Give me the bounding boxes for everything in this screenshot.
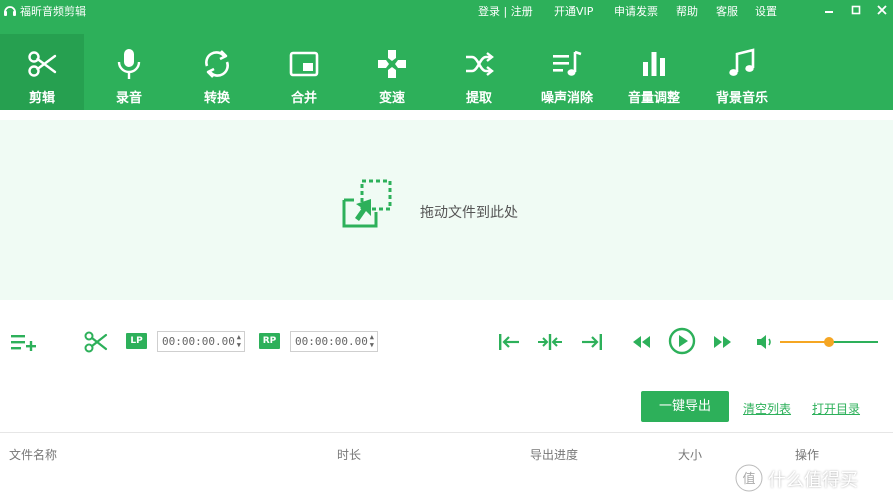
jump-to-start-icon[interactable] xyxy=(497,330,523,354)
tab-background-music[interactable]: 背景音乐 xyxy=(700,34,784,110)
tab-record[interactable]: 录音 xyxy=(87,34,171,110)
extract-icon xyxy=(466,52,494,76)
play-icon[interactable] xyxy=(668,327,696,355)
rp-badge: RP xyxy=(259,333,280,349)
control-bar: LP 00:00:00.00 ▲ ▼ RP 00:00:00.00 ▲ ▼ xyxy=(0,322,893,362)
drag-file-icon xyxy=(342,179,392,228)
tab-convert[interactable]: 转换 xyxy=(175,34,259,110)
audio-editor-window: 福昕音频剪辑 登录 | 注册 开通VIP 申请发票 帮助 客服 设置 剪辑 录音… xyxy=(0,0,893,500)
lp-time-value: 00:00:00.00 xyxy=(162,335,235,348)
volume-slider[interactable] xyxy=(780,337,878,347)
tab-label: 背景音乐 xyxy=(715,91,768,106)
maximize-icon[interactable] xyxy=(848,2,864,18)
column-header-actions: 操作 xyxy=(795,448,820,462)
volume-slider-fill xyxy=(780,341,829,343)
clear-list-link[interactable]: 清空列表 xyxy=(743,400,791,417)
tab-volume-adjust[interactable]: 音量调整 xyxy=(612,34,696,110)
column-header-duration: 时长 xyxy=(337,448,362,462)
export-all-button[interactable]: 一键导出 xyxy=(641,391,729,422)
header-bar: 福昕音频剪辑 登录 | 注册 开通VIP 申请发票 帮助 客服 设置 剪辑 录音… xyxy=(0,0,893,110)
rewind-icon[interactable] xyxy=(629,330,655,354)
tab-label: 变速 xyxy=(378,91,405,106)
close-icon[interactable] xyxy=(874,2,890,18)
watermark-logo-icon: 值 xyxy=(735,464,763,492)
tab-label: 录音 xyxy=(115,91,142,106)
rp-time-spinner[interactable]: ▲ ▼ xyxy=(370,333,374,349)
svg-text:值: 值 xyxy=(742,471,755,487)
tab-speed[interactable]: 变速 xyxy=(350,34,434,110)
tab-extract[interactable]: 提取 xyxy=(437,34,521,110)
column-header-size: 大小 xyxy=(678,448,703,462)
login-register-link[interactable]: 登录 | 注册 xyxy=(478,3,533,19)
function-toolbar: 剪辑 录音 转换 合并 变速 提取 噪声消除 音量调整 背景音乐 xyxy=(0,34,800,110)
app-logo-icon xyxy=(4,6,16,16)
cut-scissors-icon[interactable] xyxy=(84,330,110,354)
convert-icon xyxy=(205,50,229,78)
tab-noise-reduction[interactable]: 噪声消除 xyxy=(525,34,609,110)
jump-to-end-icon[interactable] xyxy=(578,330,604,354)
open-folder-link[interactable]: 打开目录 xyxy=(812,400,860,417)
help-link[interactable]: 帮助 xyxy=(676,3,698,19)
file-drop-zone[interactable]: 拖动文件到此处 xyxy=(0,120,893,300)
tab-label: 噪声消除 xyxy=(540,91,593,106)
invoice-link[interactable]: 申请发票 xyxy=(614,3,658,19)
tab-label: 提取 xyxy=(465,91,492,106)
app-title: 福昕音频剪辑 xyxy=(20,5,86,18)
volume-adjust-icon xyxy=(643,52,665,76)
tab-label: 转换 xyxy=(203,91,230,106)
merge-icon xyxy=(289,51,319,77)
watermark-text: 什么值得买 xyxy=(768,470,858,491)
tab-label: 音量调整 xyxy=(627,91,680,106)
speaker-icon[interactable] xyxy=(752,330,778,354)
tab-cut[interactable]: 剪辑 xyxy=(0,34,84,110)
service-link[interactable]: 客服 xyxy=(716,3,738,19)
speed-icon xyxy=(378,50,406,78)
vip-link[interactable]: 开通VIP xyxy=(554,3,593,19)
tab-merge[interactable]: 合并 xyxy=(262,34,346,110)
microphone-icon xyxy=(117,49,141,79)
split-center-icon[interactable] xyxy=(537,330,563,354)
column-header-progress: 导出进度 xyxy=(530,448,579,462)
minimize-icon[interactable] xyxy=(821,2,837,18)
drop-hint-text: 拖动文件到此处 xyxy=(420,205,518,221)
rp-time-value: 00:00:00.00 xyxy=(295,335,368,348)
settings-link[interactable]: 设置 xyxy=(755,3,777,19)
add-file-icon[interactable] xyxy=(10,330,36,354)
rp-time-input[interactable]: 00:00:00.00 ▲ ▼ xyxy=(290,331,378,352)
scissors-icon xyxy=(28,51,57,77)
volume-slider-knob[interactable] xyxy=(824,337,834,347)
music-note-icon xyxy=(729,48,755,76)
column-header-filename: 文件名称 xyxy=(9,448,58,462)
title-bar: 福昕音频剪辑 登录 | 注册 开通VIP 申请发票 帮助 客服 设置 xyxy=(0,0,893,22)
fast-forward-icon[interactable] xyxy=(709,330,735,354)
lp-time-input[interactable]: 00:00:00.00 ▲ ▼ xyxy=(157,331,245,352)
lp-badge: LP xyxy=(126,333,147,349)
tab-label: 剪辑 xyxy=(28,91,55,106)
noise-reduction-icon xyxy=(553,50,582,76)
lp-time-spinner[interactable]: ▲ ▼ xyxy=(237,333,241,349)
tab-label: 合并 xyxy=(290,91,317,106)
